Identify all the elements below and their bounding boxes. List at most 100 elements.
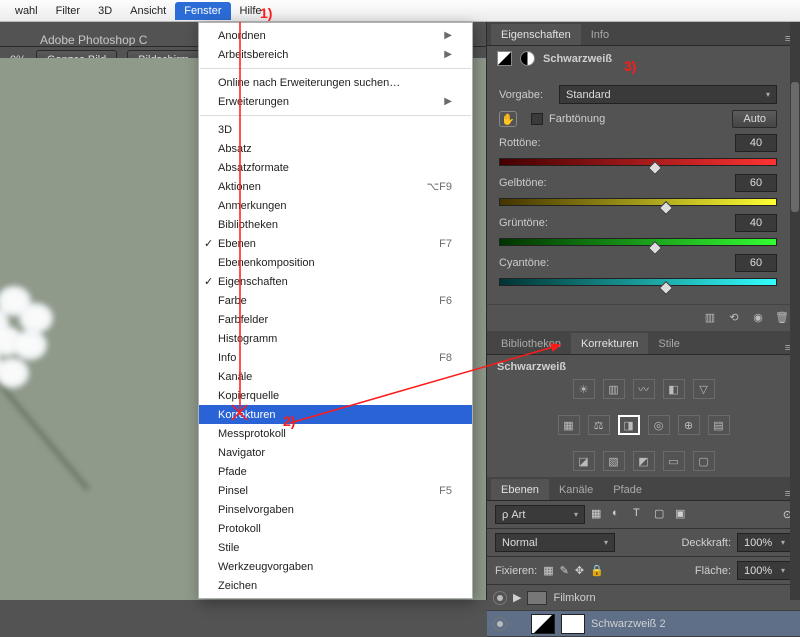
menu-item[interactable]: Navigator xyxy=(199,443,472,462)
menu-fenster[interactable]: Fenster xyxy=(175,2,230,20)
color-slider[interactable] xyxy=(499,238,777,248)
reset-icon[interactable]: ⟲ xyxy=(726,309,742,325)
adj-curves-icon[interactable]: 〰 xyxy=(633,379,655,399)
menu-item[interactable]: Protokoll xyxy=(199,519,472,538)
menu-item[interactable]: Korrekturen xyxy=(199,405,472,424)
color-slider[interactable] xyxy=(499,278,777,288)
adj-balance-icon[interactable]: ⚖ xyxy=(588,415,610,435)
menu-item[interactable]: Arbeitsbereich▶ xyxy=(199,45,472,64)
slider-value[interactable]: 60 xyxy=(735,174,777,192)
adj-threshold-icon[interactable]: ◩ xyxy=(633,451,655,471)
tab-info[interactable]: Info xyxy=(581,24,619,45)
layer-filter-select[interactable]: ρ Art▾ xyxy=(495,505,585,524)
color-slider[interactable] xyxy=(499,198,777,208)
adj-channel-mixer-icon[interactable]: ⊕ xyxy=(678,415,700,435)
menu-item[interactable]: Anordnen▶ xyxy=(199,26,472,45)
slider-value[interactable]: 40 xyxy=(735,214,777,232)
lock-trans-icon[interactable]: ▦ xyxy=(543,564,553,577)
menu-item[interactable]: Anmerkungen xyxy=(199,196,472,215)
menu-filter[interactable]: Filter xyxy=(47,2,89,20)
menu-item[interactable]: InfoF8 xyxy=(199,348,472,367)
props-footer-icons: ▥ ⟲ ◉ 🗑 xyxy=(487,304,800,331)
menu-ansicht[interactable]: Ansicht xyxy=(121,2,175,20)
adj-gradmap-icon[interactable]: ▭ xyxy=(663,451,685,471)
view-prev-icon[interactable]: ▥ xyxy=(702,309,718,325)
tab-ebenen[interactable]: Ebenen xyxy=(491,479,549,500)
lock-pos-icon[interactable]: ✥ xyxy=(575,564,584,577)
fill-input[interactable]: 100%▾ xyxy=(737,561,792,580)
adj-blackwhite-icon[interactable]: ◨ xyxy=(618,415,640,435)
lock-paint-icon[interactable]: ✎ xyxy=(560,564,569,577)
slider-value[interactable]: 60 xyxy=(735,254,777,272)
adj-hue-icon[interactable]: ▦ xyxy=(558,415,580,435)
layer-thumb-icon[interactable] xyxy=(531,614,555,634)
expand-icon[interactable]: ▶ xyxy=(513,591,521,604)
menu-item[interactable]: Aktionen⌥F9 xyxy=(199,177,472,196)
adj-lut-icon[interactable]: ▤ xyxy=(708,415,730,435)
menu-item[interactable]: Kanäle xyxy=(199,367,472,386)
menu-item[interactable]: Bibliotheken xyxy=(199,215,472,234)
menu-item[interactable]: Zeichen xyxy=(199,576,472,595)
adj-exposure-icon[interactable]: ◧ xyxy=(663,379,685,399)
menu-item[interactable]: Werkzeugvorgaben xyxy=(199,557,472,576)
visibility-toggle-icon[interactable] xyxy=(493,617,507,631)
fenster-dropdown: Anordnen▶Arbeitsbereich▶ Online nach Erwe… xyxy=(198,22,473,599)
menu-item[interactable]: PinselF5 xyxy=(199,481,472,500)
targeted-adjust-icon[interactable]: ✋ xyxy=(499,111,517,127)
layer-row-group[interactable]: ▶ Filmkorn xyxy=(487,585,800,611)
adj-brightness-icon[interactable]: ☀ xyxy=(573,379,595,399)
menu-item[interactable]: ✓Eigenschaften xyxy=(199,272,472,291)
slider-value[interactable]: 40 xyxy=(735,134,777,152)
lock-all-icon[interactable]: 🔒 xyxy=(590,564,604,577)
menu-item[interactable]: Farbfelder xyxy=(199,310,472,329)
tint-checkbox[interactable] xyxy=(531,113,543,125)
filter-type-icon[interactable]: T xyxy=(633,507,648,522)
layer-mask-icon[interactable] xyxy=(561,614,585,634)
filter-smart-icon[interactable]: ▣ xyxy=(675,507,690,522)
menu-item[interactable]: Pfade xyxy=(199,462,472,481)
adj-selective-icon[interactable]: ▢ xyxy=(693,451,715,471)
visibility-toggle-icon[interactable] xyxy=(493,591,507,605)
visibility-icon[interactable]: ◉ xyxy=(750,309,766,325)
menu-item[interactable]: Ebenenkomposition xyxy=(199,253,472,272)
tab-stile[interactable]: Stile xyxy=(648,333,689,354)
menu-3d[interactable]: 3D xyxy=(89,2,121,20)
menu-item[interactable]: Pinselvorgaben xyxy=(199,500,472,519)
trash-icon[interactable]: 🗑 xyxy=(774,309,790,325)
filter-shape-icon[interactable]: ▢ xyxy=(654,507,669,522)
layer-name[interactable]: Schwarzweiß 2 xyxy=(591,618,666,630)
menu-wahl[interactable]: wahl xyxy=(6,2,47,20)
preset-select[interactable]: Standard▾ xyxy=(559,85,777,104)
adj-photo-filter-icon[interactable]: ◎ xyxy=(648,415,670,435)
color-slider[interactable] xyxy=(499,158,777,168)
menu-item[interactable]: Absatzformate xyxy=(199,158,472,177)
menu-item[interactable]: FarbeF6 xyxy=(199,291,472,310)
menu-item[interactable]: Stile xyxy=(199,538,472,557)
adj-invert-icon[interactable]: ◪ xyxy=(573,451,595,471)
layer-row-adjustment[interactable]: Schwarzweiß 2 xyxy=(487,611,800,637)
filter-pixel-icon[interactable]: ▦ xyxy=(591,507,606,522)
menu-item[interactable]: Online nach Erweiterungen suchen… xyxy=(199,73,472,92)
opacity-input[interactable]: 100%▾ xyxy=(737,533,792,552)
menu-hilfe[interactable]: Hilfe xyxy=(231,2,271,20)
menu-item[interactable]: Absatz xyxy=(199,139,472,158)
adj-posterize-icon[interactable]: ▧ xyxy=(603,451,625,471)
tab-eigenschaften[interactable]: Eigenschaften xyxy=(491,24,581,45)
auto-button[interactable]: Auto xyxy=(732,110,777,128)
menu-item[interactable]: Histogramm xyxy=(199,329,472,348)
tab-korrekturen[interactable]: Korrekturen xyxy=(571,333,648,354)
menu-item[interactable]: 3D xyxy=(199,120,472,139)
menu-item[interactable]: Kopierquelle xyxy=(199,386,472,405)
menu-item[interactable]: Messprotokoll xyxy=(199,424,472,443)
menu-item[interactable]: Erweiterungen▶ xyxy=(199,92,472,111)
tab-bibliotheken[interactable]: Bibliotheken xyxy=(491,333,571,354)
tab-kanaele[interactable]: Kanäle xyxy=(549,479,603,500)
layer-name[interactable]: Filmkorn xyxy=(553,592,595,604)
adj-levels-icon[interactable]: ▥ xyxy=(603,379,625,399)
panel-scrollbar[interactable] xyxy=(790,22,800,600)
adj-vibrance-icon[interactable]: ▽ xyxy=(693,379,715,399)
blend-mode-select[interactable]: Normal▾ xyxy=(495,533,615,552)
menu-item[interactable]: ✓EbenenF7 xyxy=(199,234,472,253)
filter-adjust-icon[interactable]: ◐ xyxy=(612,507,627,522)
tab-pfade[interactable]: Pfade xyxy=(603,479,652,500)
